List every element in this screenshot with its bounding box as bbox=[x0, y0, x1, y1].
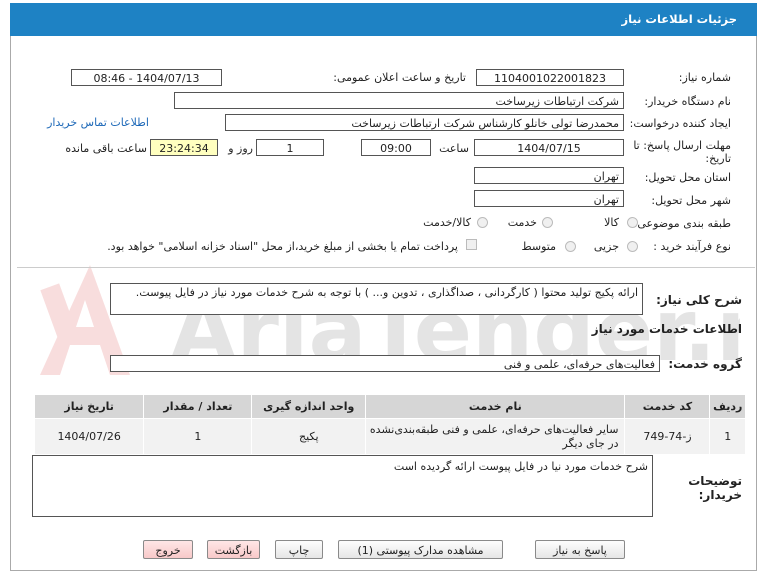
category-option-service: خدمت bbox=[507, 216, 537, 229]
deadline-label: مهلت ارسال پاسخ: تا bbox=[633, 139, 731, 152]
col-header-date: تاریخ نیاز bbox=[33, 394, 145, 419]
service-group-field: فعالیت‌های حرفه‌ای، علمی و فنی bbox=[110, 355, 660, 372]
province-label: استان محل تحویل: bbox=[644, 171, 731, 184]
buyer-notes-label: توضیحات bbox=[688, 474, 742, 488]
col-header-code: کد خدمت bbox=[624, 394, 711, 419]
announce-label: تاریخ و ساعت اعلان عمومی: bbox=[333, 71, 466, 84]
buyer-org-field: شرکت ارتباطات زیرساخت bbox=[174, 92, 624, 109]
need-number-label: شماره نیاز: bbox=[678, 71, 731, 84]
print-button[interactable]: چاپ bbox=[275, 540, 323, 559]
divider bbox=[17, 267, 755, 268]
window-titlebar: جزئیات اطلاعات نیاز bbox=[10, 3, 757, 36]
days-label: روز و bbox=[228, 142, 253, 155]
city-label: شهر محل تحویل: bbox=[651, 194, 731, 207]
contact-buyer-link[interactable]: اطلاعات تماس خریدار bbox=[47, 116, 149, 129]
creator-field: محمدرضا تولی خانلو کارشناس شرکت ارتباطات… bbox=[225, 114, 624, 131]
days-field: 1 bbox=[256, 139, 324, 156]
remaining-time-field: 23:24:34 bbox=[150, 139, 218, 156]
category-option-goods: کالا bbox=[604, 216, 619, 229]
category-label: طبقه بندی موضوعی: bbox=[633, 217, 731, 230]
process-radio-minor[interactable] bbox=[627, 241, 638, 252]
announce-date-field: 1404/07/13 - 08:46 bbox=[71, 69, 222, 86]
city-field: تهران bbox=[474, 190, 624, 207]
buyer-org-label: نام دستگاه خریدار: bbox=[644, 95, 731, 108]
services-section-title: اطلاعات خدمات مورد نیاز bbox=[591, 322, 742, 336]
cell-quantity: 1 bbox=[143, 418, 253, 455]
category-radio-goods[interactable] bbox=[627, 217, 638, 228]
cell-row-number: 1 bbox=[709, 418, 746, 455]
province-field: تهران bbox=[474, 167, 624, 184]
deadline-time-field: 09:00 bbox=[361, 139, 431, 156]
payment-note: پرداخت تمام یا بخشی از مبلغ خرید،از محل … bbox=[107, 240, 458, 253]
col-header-quantity: تعداد / مقدار bbox=[143, 394, 253, 419]
deadline-time-label: ساعت bbox=[439, 142, 469, 155]
back-button[interactable]: بازگشت bbox=[207, 540, 260, 559]
creator-label: ایجاد کننده درخواست: bbox=[629, 117, 731, 130]
col-header-row: ردیف bbox=[709, 394, 746, 419]
reply-button[interactable]: پاسخ به نیاز bbox=[535, 540, 625, 559]
services-table: ردیف کد خدمت نام خدمت واحد اندازه گیری ت… bbox=[33, 394, 746, 455]
description-label: شرح کلی نیاز: bbox=[656, 293, 742, 307]
need-number-field: 1104001022001823 bbox=[476, 69, 624, 86]
process-radio-medium[interactable] bbox=[565, 241, 576, 252]
category-radio-goods-service[interactable] bbox=[477, 217, 488, 228]
cell-need-date: 1404/07/26 bbox=[33, 418, 145, 455]
process-label: نوع فرآیند خرید : bbox=[653, 240, 731, 253]
treasury-checkbox[interactable] bbox=[466, 239, 477, 250]
deadline-date-field: 1404/07/15 bbox=[474, 139, 624, 156]
remaining-time-label: ساعت باقی مانده bbox=[65, 142, 147, 155]
description-field: ارائه پکیج تولید محتوا ( کارگردانی ، صدا… bbox=[110, 283, 643, 315]
service-group-label: گروه خدمت: bbox=[668, 357, 742, 371]
buyer-notes-label-2: خریدار: bbox=[698, 488, 742, 502]
buyer-notes-field: شرح خدمات مورد نیا در فایل پیوست ارائه گ… bbox=[32, 455, 653, 517]
cell-service-code: ز-74-749 bbox=[624, 418, 711, 455]
table-row: 1 ز-74-749 سایر فعالیت‌های حرفه‌ای، علمی… bbox=[33, 418, 746, 455]
cell-unit: پکیج bbox=[251, 418, 367, 455]
process-option-medium: متوسط bbox=[521, 240, 556, 253]
cell-service-name: سایر فعالیت‌های حرفه‌ای، علمی و فنی طبقه… bbox=[365, 418, 626, 455]
col-header-name: نام خدمت bbox=[365, 394, 626, 419]
category-option-goods-service: کالا/خدمت bbox=[423, 216, 471, 229]
col-header-unit: واحد اندازه گیری bbox=[251, 394, 367, 419]
view-attachments-button[interactable]: مشاهده مدارک پیوستی (1) bbox=[338, 540, 503, 559]
deadline-label-date: تاریخ: bbox=[705, 152, 731, 165]
category-radio-service[interactable] bbox=[542, 217, 553, 228]
window-title: جزئیات اطلاعات نیاز bbox=[621, 12, 737, 26]
exit-button[interactable]: خروج bbox=[143, 540, 193, 559]
process-option-minor: جزیی bbox=[593, 240, 619, 253]
